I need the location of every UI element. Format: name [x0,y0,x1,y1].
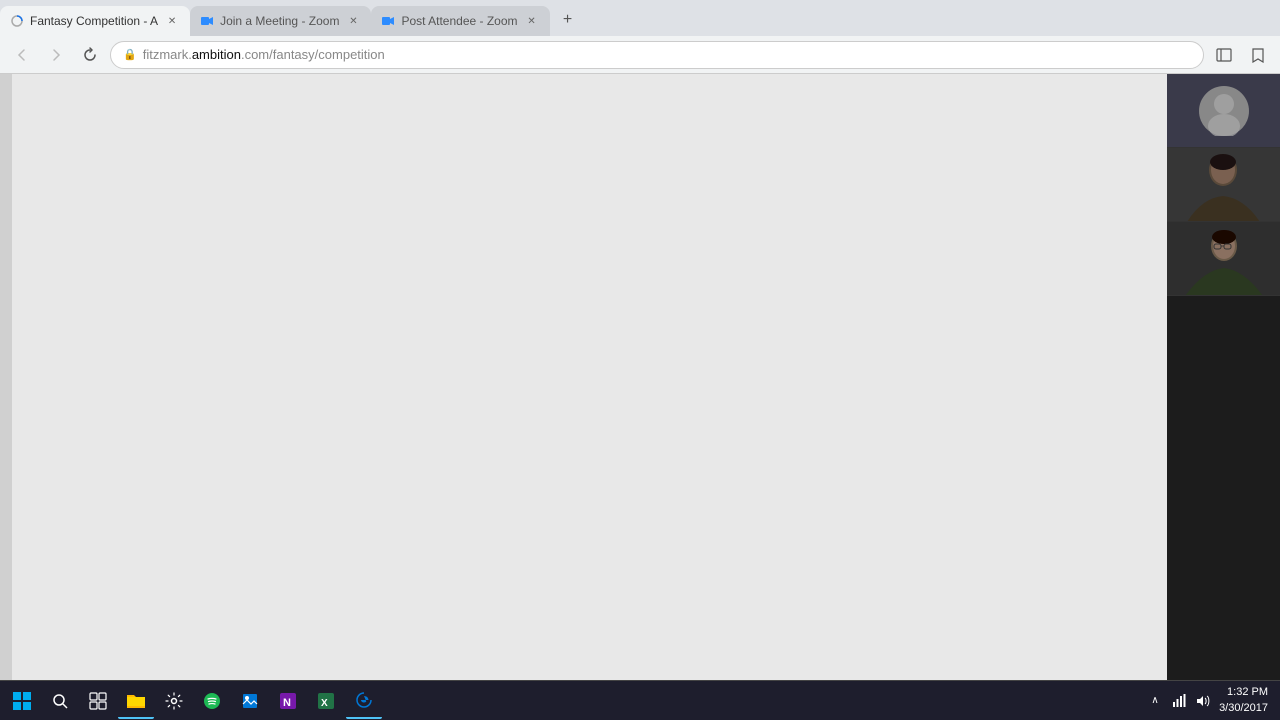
photos-button[interactable] [232,683,268,719]
zoom-sidebar [1167,74,1280,680]
edge-button[interactable] [346,683,382,719]
taskbar: N X ∧ [0,680,1280,720]
start-button[interactable] [4,683,40,719]
url-text: fitzmark.ambition.com/fantasy/competitio… [143,47,385,62]
zoom-panel-person2 [1167,222,1280,296]
tab-favicon-3 [381,14,395,28]
network-icon[interactable] [1169,691,1189,711]
spotify-button[interactable] [194,683,230,719]
show-hidden-icons[interactable]: ∧ [1145,691,1165,711]
volume-icon[interactable] [1193,691,1213,711]
file-explorer-button[interactable] [118,683,154,719]
reload-button[interactable] [76,41,104,69]
page-content [0,74,1280,680]
excel-button[interactable]: X [308,683,344,719]
svg-text:X: X [321,698,328,709]
browser-window: Fantasy Competition - A ✕ Join a Meeting… [0,0,1280,720]
person2-shape [1167,222,1280,296]
svg-text:N: N [283,697,291,709]
tab-label-3: Post Attendee - Zoom [401,14,517,28]
add-tab-button[interactable]: + [554,6,582,34]
settings-taskbar-button[interactable] [156,683,192,719]
tab-favicon-2 [200,14,214,28]
tab-fantasy-competition[interactable]: Fantasy Competition - A ✕ [0,6,190,36]
task-view-button[interactable] [80,683,116,719]
zoom-avatar-icon [1199,86,1249,136]
clock-date: 3/30/2017 [1219,701,1268,716]
tab-favicon-1 [10,14,24,28]
tab-close-3[interactable]: ✕ [524,13,540,29]
tab-zoom-post[interactable]: Post Attendee - Zoom ✕ [371,6,549,36]
onenote-button[interactable]: N [270,683,306,719]
tab-label-2: Join a Meeting - Zoom [220,14,339,28]
forward-button[interactable] [42,41,70,69]
bookmark-button[interactable] [1244,41,1272,69]
lock-icon: 🔒 [123,48,137,61]
clock-time: 1:32 PM [1219,685,1268,700]
tab-label-1: Fantasy Competition - A [30,14,158,28]
url-field[interactable]: 🔒 fitzmark.ambition.com/fantasy/competit… [110,41,1204,69]
address-bar: 🔒 fitzmark.ambition.com/fantasy/competit… [0,36,1280,74]
tab-bar: Fantasy Competition - A ✕ Join a Meeting… [0,0,1280,36]
person1-shape [1167,148,1280,222]
left-sidebar-strip [0,74,12,680]
back-button[interactable] [8,41,36,69]
content-wrapper [0,74,1280,680]
tab-close-1[interactable]: ✕ [164,13,180,29]
tab-close-2[interactable]: ✕ [345,13,361,29]
loading-overlay [12,74,1167,680]
taskbar-clock[interactable]: 1:32 PM 3/30/2017 [1219,685,1276,716]
tab-zoom-join[interactable]: Join a Meeting - Zoom ✕ [190,6,371,36]
sidebar-toggle-button[interactable] [1210,41,1238,69]
system-tray: ∧ [1141,691,1217,711]
zoom-panel-avatar [1167,74,1280,148]
search-taskbar-button[interactable] [42,683,78,719]
zoom-panel-person1 [1167,148,1280,222]
